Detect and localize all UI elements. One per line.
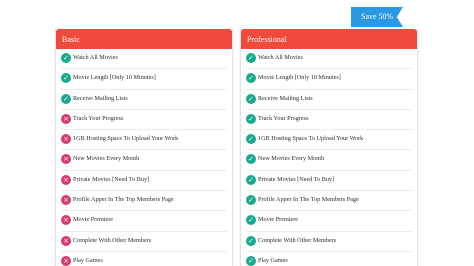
feature-label: Complete With Other Members [258, 236, 337, 244]
feature-item: × Track Your Progress [61, 110, 227, 131]
check-icon: ✓ [246, 255, 256, 266]
feature-item: × Private Movies [Need To Buy] [61, 171, 227, 192]
feature-item: ✓ Receive Mailing Lists [61, 90, 227, 110]
feature-item: × Complete With Other Members [61, 232, 227, 252]
feature-list: ✓ Watch All Movies ✓ Movie Length [Only 10 … [56, 49, 232, 266]
feature-label: Movie Premiere [73, 216, 114, 224]
check-icon: ✓ [246, 73, 256, 84]
feature-label: New Movies Every Month [258, 155, 325, 163]
save-ribbon: Save 50% [351, 7, 403, 27]
feature-item: ✓ Play Games [246, 252, 412, 266]
plan-card-professional: Professional ✓ Watch All Movies ✓ Movie Len… [240, 29, 418, 266]
feature-item: ✓ Movie Length [Only 10 Minutes] [61, 69, 227, 90]
cross-icon: × [61, 113, 71, 124]
pricing-page: Save 50% Basic ✓ Watch All Movies ✓ Movie L… [0, 0, 474, 266]
check-icon: ✓ [61, 73, 71, 84]
feature-item: ✓ Watch All Movies [61, 49, 227, 70]
feature-item: ✓ Movie Premiere [246, 211, 412, 232]
plan-title: Professional [241, 29, 417, 49]
check-icon: ✓ [246, 134, 256, 145]
feature-label: 1GB Hosting Space To Upload Your Work [73, 135, 179, 143]
cross-icon: × [61, 195, 71, 206]
cross-icon: × [61, 174, 71, 185]
feature-item: ✓ Receive Mailing Lists [246, 90, 412, 110]
feature-list: ✓ Watch All Movies ✓ Movie Length [Only 10 … [241, 49, 417, 266]
feature-label: Movie Length [Only 10 Minutes] [258, 74, 341, 82]
check-icon: ✓ [246, 174, 256, 185]
plan-title: Basic [56, 29, 232, 49]
feature-label: Track Your Progress [258, 114, 309, 122]
feature-label: New Movies Every Month [73, 155, 140, 163]
feature-label: Complete With Other Members [73, 236, 152, 244]
check-icon: ✓ [246, 195, 256, 206]
feature-label: Track Your Progress [73, 114, 124, 122]
check-icon: ✓ [61, 53, 71, 63]
feature-item: × Profile Apper In The Top Members Page [61, 191, 227, 212]
check-icon: ✓ [246, 235, 256, 246]
check-icon: ✓ [246, 154, 256, 165]
feature-label: Profile Apper In The Top Members Page [258, 196, 359, 204]
feature-label: Play Games [73, 256, 103, 264]
check-icon: ✓ [246, 53, 256, 63]
feature-item: × Play Games [61, 252, 227, 266]
feature-label: Movie Length [Only 10 Minutes] [73, 74, 156, 82]
feature-item: × 1GB Hosting Space To Upload Your Work [61, 130, 227, 151]
feature-label: Play Games [258, 256, 288, 264]
feature-label: Watch All Movies [258, 54, 303, 61]
feature-item: ✓ 1GB Hosting Space To Upload Your Work [246, 130, 412, 151]
feature-label: Private Movies [Need To Buy] [73, 175, 150, 183]
feature-label: Watch All Movies [73, 54, 118, 61]
feature-label: 1GB Hosting Space To Upload Your Work [258, 135, 364, 143]
feature-label: Private Movies [Need To Buy] [258, 175, 335, 183]
feature-item: × New Movies Every Month [61, 150, 227, 171]
check-icon: ✓ [246, 215, 256, 226]
cross-icon: × [61, 255, 71, 266]
cross-icon: × [61, 154, 71, 165]
feature-label: Movie Premiere [258, 216, 299, 224]
feature-item: ✓ Profile Apper In The Top Members Page [246, 191, 412, 212]
feature-item: ✓ Private Movies [Need To Buy] [246, 171, 412, 192]
check-icon: ✓ [246, 113, 256, 124]
plan-card-basic: Basic ✓ Watch All Movies ✓ Movie Length [On… [55, 29, 233, 266]
feature-item: × Movie Premiere [61, 211, 227, 232]
feature-label: Receive Mailing Lists [258, 94, 313, 102]
feature-item: ✓ Movie Length [Only 10 Minutes] [246, 69, 412, 90]
feature-label: Profile Apper In The Top Members Page [73, 196, 174, 204]
cross-icon: × [61, 215, 71, 226]
feature-item: ✓ Track Your Progress [246, 110, 412, 131]
feature-item: ✓ Complete With Other Members [246, 232, 412, 252]
feature-item: ✓ New Movies Every Month [246, 150, 412, 171]
cross-icon: × [61, 235, 71, 246]
cross-icon: × [61, 134, 71, 145]
feature-item: ✓ Watch All Movies [246, 49, 412, 70]
feature-label: Receive Mailing Lists [73, 94, 128, 102]
check-icon: ✓ [61, 93, 71, 104]
check-icon: ✓ [246, 93, 256, 104]
